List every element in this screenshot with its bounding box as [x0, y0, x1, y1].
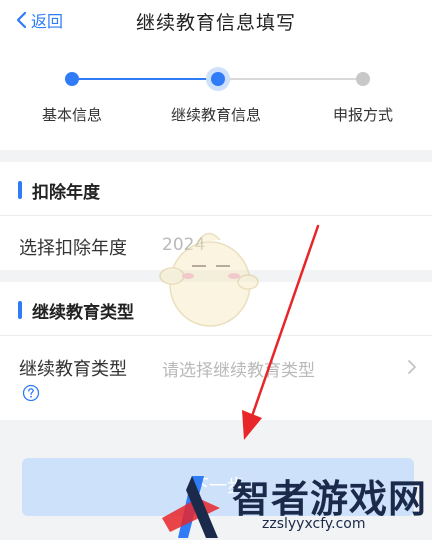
step-dot-education — [206, 67, 230, 91]
step-label-declare: 申报方式 — [333, 106, 394, 124]
step-connector-done — [72, 78, 218, 80]
section-accent-bar — [18, 301, 22, 319]
help-icon[interactable] — [22, 384, 40, 402]
section-header: 扣除年度 — [0, 162, 432, 216]
education-type-label: 继续教育类型 — [19, 359, 127, 380]
section-title-year: 扣除年度 — [32, 183, 100, 203]
step-dot-basic — [65, 72, 79, 86]
step-dot-declare — [356, 72, 370, 86]
watermark-url: zzslyyxcfy.com — [262, 516, 366, 532]
chevron-right-icon[interactable] — [406, 358, 418, 376]
year-field-label: 选择扣除年度 — [19, 238, 127, 259]
step-label-basic: 基本信息 — [42, 106, 103, 124]
section-accent-bar — [18, 181, 22, 199]
watermark-brand: 智者游戏网 — [232, 477, 428, 521]
watermark-logo-icon — [162, 476, 220, 538]
page-title: 继续教育信息填写 — [135, 12, 296, 34]
step-connector-todo — [218, 78, 363, 80]
section-title-type: 继续教育类型 — [32, 303, 134, 323]
step-label-education: 继续教育信息 — [171, 106, 262, 124]
annotation-arrow — [242, 224, 320, 440]
nav-bar: 返回 继续教育信息填写 — [0, 0, 432, 40]
step-progress: 基本信息 继续教育信息 申报方式 — [0, 40, 432, 150]
